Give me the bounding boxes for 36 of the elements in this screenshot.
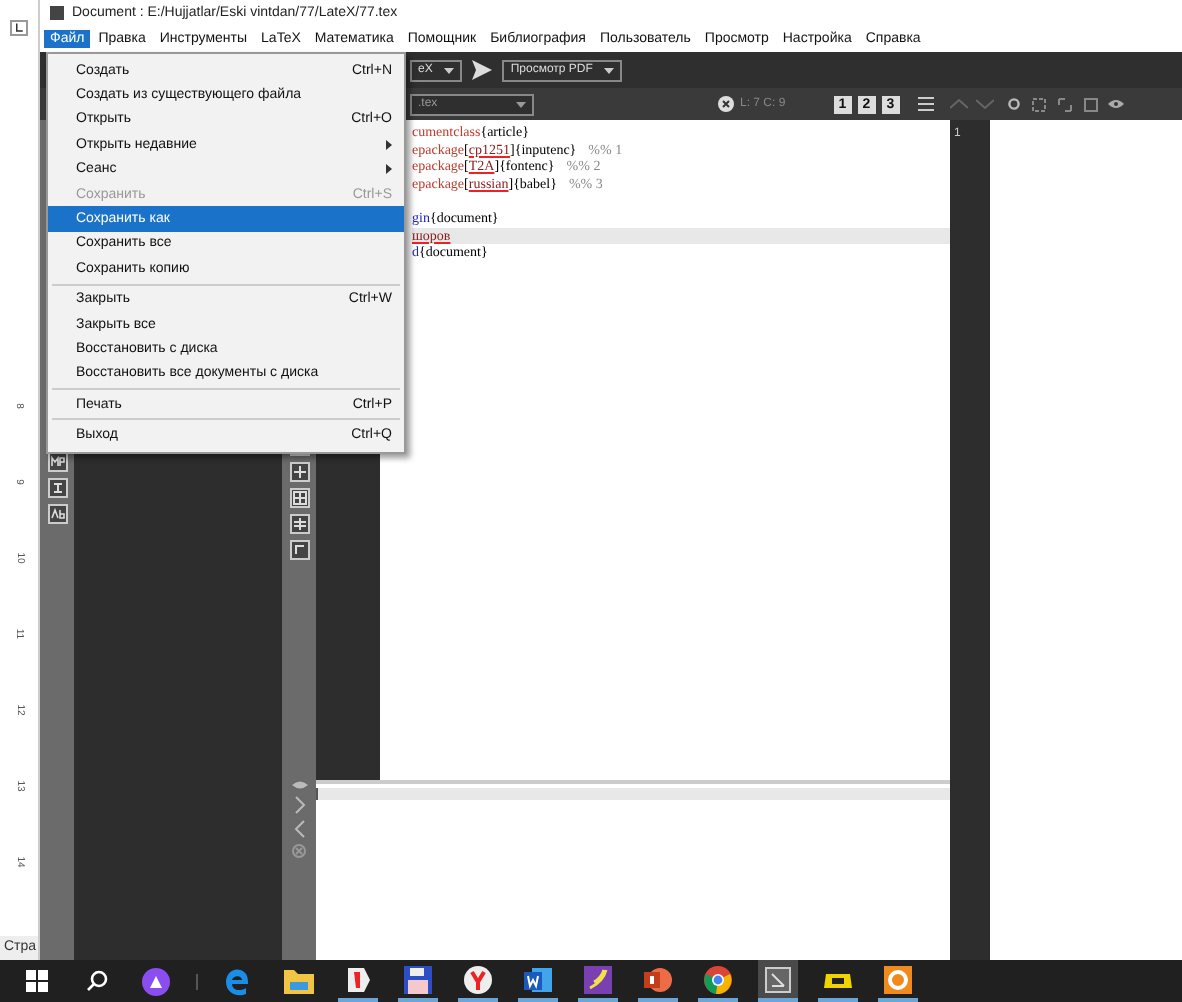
run-arrow-icon[interactable] (472, 60, 493, 80)
ab-icon[interactable] (47, 504, 67, 524)
fit-icon[interactable] (1031, 97, 1046, 111)
ring-app-icon[interactable] (884, 965, 912, 993)
folder-icon[interactable] (283, 968, 313, 994)
list-icon[interactable] (917, 96, 934, 112)
corner-icon[interactable] (289, 540, 309, 560)
caret-icon (444, 67, 455, 73)
editor-app-icon[interactable] (764, 965, 792, 993)
mp-icon[interactable] (47, 452, 67, 472)
next-icon[interactable] (293, 796, 305, 814)
grid-icon[interactable] (289, 488, 309, 508)
eye-icon[interactable] (1107, 98, 1124, 110)
app-icon (50, 6, 64, 20)
eye-icon[interactable] (291, 780, 307, 790)
windows-icon[interactable] (25, 970, 47, 992)
circle-icon[interactable] (1007, 98, 1020, 110)
grid-icon[interactable] (289, 514, 309, 534)
browser-e-icon[interactable] (224, 967, 252, 995)
cell-icon[interactable] (289, 462, 309, 482)
chrome-icon[interactable] (704, 965, 732, 993)
assistant-icon[interactable] (142, 967, 170, 995)
tab-stop-icon[interactable] (10, 20, 28, 36)
browser-y-icon[interactable] (344, 965, 372, 993)
stroke-app-icon[interactable] (584, 965, 612, 993)
slides-icon[interactable] (644, 965, 672, 993)
zoom-icon[interactable] (1057, 97, 1072, 111)
caret-icon (604, 67, 615, 73)
search-icon[interactable] (85, 970, 107, 992)
window-icon[interactable] (1083, 97, 1098, 111)
text-cursor-icon[interactable] (47, 478, 67, 498)
close-icon[interactable] (718, 96, 734, 112)
word-icon[interactable] (524, 965, 552, 993)
previous-icon[interactable] (293, 820, 305, 838)
yandex-y-icon[interactable] (464, 965, 492, 993)
caret-icon (516, 101, 526, 107)
